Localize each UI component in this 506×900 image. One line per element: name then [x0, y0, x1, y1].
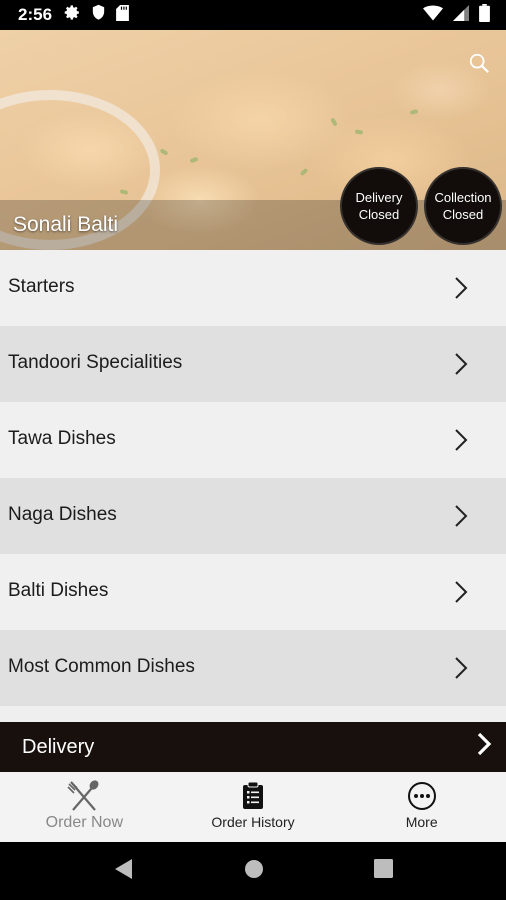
bottom-navigation: Order Now Order History More — [0, 772, 506, 842]
chevron-right-icon — [476, 732, 492, 762]
menu-category-label: Tawa Dishes — [8, 427, 116, 449]
home-icon[interactable] — [244, 859, 264, 884]
wifi-icon — [423, 5, 443, 26]
clipboard-icon — [242, 780, 264, 812]
delivery-status-badge: Delivery Closed — [340, 167, 418, 245]
menu-category-label: Starters — [8, 275, 75, 297]
chevron-right-icon — [454, 352, 468, 382]
menu-category-label: Most Common Dishes — [8, 655, 195, 677]
restaurant-name: Sonali Balti — [13, 213, 119, 236]
menu-category-tandoori-specialities[interactable]: Tandoori Specialities — [0, 326, 506, 402]
nav-order-now[interactable]: Order Now — [0, 772, 169, 842]
battery-icon — [479, 3, 490, 27]
menu-category-most-common-dishes[interactable]: Most Common Dishes — [0, 630, 506, 706]
menu-category-label: Balti Dishes — [8, 579, 109, 601]
menu-category-label: Naga Dishes — [8, 503, 117, 525]
system-navigation-bar — [0, 842, 506, 900]
more-icon — [407, 780, 437, 812]
chevron-right-icon — [454, 428, 468, 458]
menu-category-balti-dishes[interactable]: Balti Dishes — [0, 554, 506, 630]
fork-spoon-icon — [67, 780, 101, 812]
signal-icon — [453, 4, 469, 26]
nav-order-history[interactable]: Order History — [169, 772, 338, 842]
back-icon[interactable] — [114, 858, 134, 885]
status-time: 2:56 — [18, 5, 53, 24]
menu-category-list: Starters Tandoori Specialities Tawa Dish… — [0, 250, 506, 722]
restaurant-header: Sonali Balti Delivery Closed Collection Cl… — [0, 30, 506, 250]
order-mode-label: Delivery — [22, 735, 95, 758]
nav-more[interactable]: More — [337, 772, 506, 842]
chevron-right-icon — [454, 580, 468, 610]
nav-label: Order History — [211, 814, 295, 830]
chevron-right-icon — [454, 276, 468, 306]
menu-category-tawa-dishes[interactable]: Tawa Dishes — [0, 402, 506, 478]
recents-icon[interactable] — [373, 859, 393, 883]
nav-label: Order Now — [45, 814, 124, 831]
search-icon[interactable] — [468, 52, 490, 79]
nav-label: More — [405, 814, 438, 830]
order-mode-bar[interactable]: Delivery — [0, 722, 506, 772]
gear-icon — [64, 4, 81, 26]
menu-category-starters[interactable]: Starters — [0, 250, 506, 326]
menu-category-label: Tandoori Specialities — [8, 351, 183, 373]
shield-icon — [91, 4, 106, 26]
collection-status-badge: Collection Closed — [424, 167, 502, 245]
status-bar: 2:56 — [0, 0, 506, 30]
chevron-right-icon — [454, 656, 468, 686]
sd-card-icon — [116, 4, 129, 26]
menu-category-naga-dishes[interactable]: Naga Dishes — [0, 478, 506, 554]
chevron-right-icon — [454, 504, 468, 534]
